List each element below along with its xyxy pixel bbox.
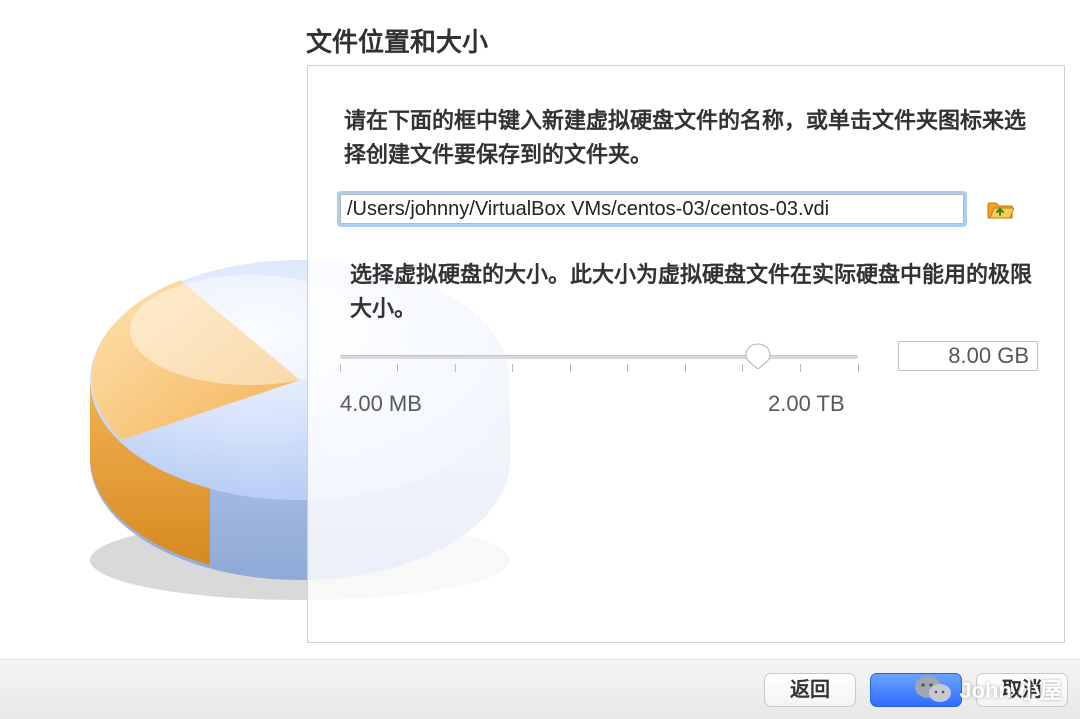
cancel-button[interactable]: 取消: [976, 673, 1068, 707]
slider-min-label: 4.00 MB: [340, 391, 422, 417]
slider-thumb[interactable]: [745, 343, 771, 369]
wizard-footer: 返回 取消 取消: [0, 659, 1080, 719]
browse-folder-button[interactable]: [986, 197, 1014, 221]
slider-ticks: [340, 364, 858, 374]
back-button[interactable]: 返回: [764, 673, 856, 707]
folder-open-icon: [986, 197, 1014, 221]
filepath-input[interactable]: [340, 194, 964, 224]
slider-track: [340, 355, 858, 359]
slider-max-label: 2.00 TB: [768, 391, 845, 417]
wizard-panel: 请在下面的框中键入新建虚拟硬盘文件的名称，或单击文件夹图标来选择创建文件要保存到…: [307, 65, 1065, 643]
instruction-filename: 请在下面的框中键入新建虚拟硬盘文件的名称，或单击文件夹图标来选择创建文件要保存到…: [344, 104, 1034, 172]
page-title: 文件位置和大小: [306, 22, 488, 59]
slider-thumb-icon: [745, 343, 771, 369]
instruction-size: 选择虚拟硬盘的大小。此大小为虚拟硬盘文件在实际硬盘中能用的极限大小。: [350, 258, 1034, 326]
primary-button[interactable]: 取消: [870, 673, 962, 707]
disk-size-value[interactable]: 8.00 GB: [898, 341, 1038, 371]
